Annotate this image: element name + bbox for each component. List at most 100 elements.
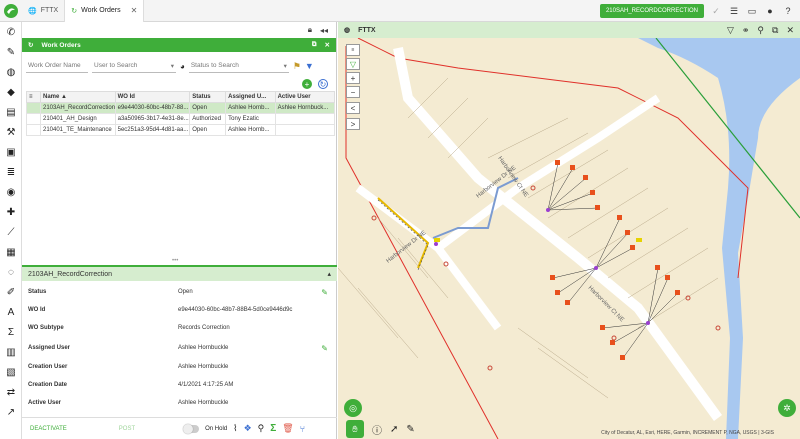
help-icon[interactable]: ? [782,5,794,17]
layers-icon[interactable]: ≣ [0,162,22,182]
map-canvas[interactable]: Harborview Ct NE Harborview Dr NE Harbor… [338,38,800,439]
sum-icon[interactable]: Σ [270,423,276,434]
legend-button[interactable]: ≡ [346,44,360,56]
layers-icon[interactable]: ❖ [244,423,252,434]
attach-icon[interactable]: ⌇ [233,423,237,434]
popout-icon[interactable]: ⧉ [772,25,778,36]
field-value: Open [178,289,193,295]
table-row[interactable]: 210401_AH_Design a3a50965-3b17-4e31-8e..… [26,113,336,125]
filter-icon[interactable]: ▽ [727,25,734,36]
refresh-icon[interactable]: ↻ [318,79,328,89]
tab-label: Work Orders [81,7,121,14]
puzzle-icon[interactable]: ✚ [0,202,22,222]
ruler-icon[interactable]: ⟋ [0,222,22,242]
chat-icon[interactable]: ▭ [746,5,758,17]
search-icon[interactable]: ⚲ [757,25,764,36]
add-icon[interactable]: + [302,79,312,89]
status-search-placeholder: Status to Search [190,62,239,69]
table-row[interactable]: 2103AH_RecordCorrection e9e44030-60bc-48… [26,102,336,114]
check-icon[interactable]: ✓ [710,5,722,17]
locate-icon[interactable]: ◎ [344,399,362,417]
splitter-handle[interactable]: ••• [172,258,178,264]
work-order-name-input[interactable]: Work Order Name [26,59,88,73]
map-filter-icon[interactable]: ▽ [346,58,360,70]
pencil-icon[interactable]: ✎ [0,42,22,62]
shapes-icon[interactable]: ◆ [0,82,22,102]
table-icon[interactable]: ▥ [0,342,22,362]
top-bar: 🌐 FTTX ↻ Work Orders ✕ 210SAH_RECORDCORR… [0,0,800,22]
link-icon[interactable]: ⚭ [742,25,750,36]
active-work-order-button[interactable]: 210SAH_RECORDCORRECTION [599,4,704,18]
post-button[interactable]: POST [119,426,135,432]
collapse-left-icon[interactable]: ◂◂ [320,26,328,35]
premise-markers [550,160,680,360]
edit-pencil-icon[interactable]: ✎ [321,288,328,297]
edit-pencil-icon[interactable]: ✎ [321,344,328,353]
lock-icon[interactable]: 🔒︎ [308,25,312,35]
detail-header[interactable]: 2103AH_RecordCorrection ▴ [22,265,337,281]
field-value: Ashlee Hornbuckle [178,400,229,406]
field-label: Creation User [28,364,68,370]
table-row[interactable]: 210401_TE_Maintenance 5ec251a3-95d4-4d81… [26,124,336,136]
broom-icon[interactable]: ⚑ [293,61,301,72]
back-button[interactable]: < [346,102,360,114]
tab-fttx[interactable]: 🌐 FTTX [22,0,66,22]
popout-icon[interactable]: ⧉ [312,41,317,49]
inbox-icon[interactable]: ▤ [0,102,22,122]
draw-pencil-icon[interactable]: ✎ [406,424,414,435]
globe-search-icon[interactable]: ◉ [0,182,22,202]
phone-icon[interactable]: ✆ [0,22,22,42]
settings-icon[interactable]: ✲ [778,399,796,417]
user-icon[interactable]: ● [764,5,776,17]
row-menu-icon[interactable]: ≡ [26,91,41,103]
sum-icon[interactable]: Σ [0,322,22,342]
column-header[interactable]: Status [189,91,227,103]
column-header[interactable]: Assigned U... [225,91,276,103]
delete-icon[interactable]: 🗑︎ [282,423,293,434]
branch-icon[interactable]: ⑂ [300,424,305,434]
info-icon[interactable]: ⓘ [372,422,382,437]
close-tab-icon[interactable]: ✕ [131,6,138,15]
select-arrow-icon[interactable]: ➚ [390,424,398,435]
cell: Tony Ezatic [225,113,276,125]
close-icon[interactable]: ✕ [786,25,794,36]
column-header[interactable]: Active User [274,91,336,103]
cell: 210401_TE_Maintenance [40,124,116,136]
column-header[interactable]: WO Id [114,91,191,103]
field-label: Active User [28,400,62,406]
report-icon[interactable]: ▧ [0,362,22,382]
edit-icon[interactable]: ✐ [0,282,22,302]
close-icon[interactable]: ✕ [325,41,330,49]
arrow-icon[interactable]: ↗ [0,402,22,422]
lightbulb-icon[interactable]: ◌ [0,262,22,282]
field-value: e9e44030-60bc-48b7-88B4-5d0ce9446d9c [178,307,293,313]
text-icon[interactable]: A [0,302,22,322]
wrench-icon[interactable]: ⚒ [0,122,22,142]
detail-row-wo-id: WO Id e9e44030-60bc-48b7-88B4-5d0ce9446d… [28,302,328,318]
drop-lines-north [547,162,599,211]
chevron-up-icon[interactable]: ▴ [327,270,331,278]
status-search-select[interactable]: Status to Search ▾ [188,59,289,73]
globe-icon[interactable]: ◍ [0,62,22,82]
excel-icon[interactable]: ▦ [0,242,22,262]
save-icon[interactable]: ▣ [0,142,22,162]
deactivate-button[interactable]: DEACTIVATE [30,426,67,432]
list-icon[interactable]: ☰ [728,5,740,17]
cell: e9e44030-60bc-48b7-88... [114,102,191,114]
blue-route [432,177,519,239]
zoom-in-button[interactable]: + [346,72,360,84]
tab-work-orders[interactable]: ↻ Work Orders ✕ [65,0,145,22]
transfer-icon[interactable]: ⇄ [0,382,22,402]
palette-icon[interactable]: ◕ [180,62,185,71]
user-search-select[interactable]: User to Search ▾ [92,59,176,73]
zoom-out-button[interactable]: − [346,86,360,98]
terminal-markers [434,238,642,242]
filter-icon[interactable]: ▼ [305,61,314,71]
filter-bar: Work Order Name User to Search ▾ ◕ Status… [22,55,336,77]
zoom-icon[interactable]: ⚲ [258,423,265,434]
pan-hand-icon[interactable]: ✋︎ [346,420,364,438]
panel-toolbar: 🔒︎ ◂◂ [22,22,336,38]
column-header[interactable]: Name ▲ [40,91,116,103]
on-hold-toggle[interactable] [183,423,200,434]
forward-button[interactable]: > [346,118,360,130]
